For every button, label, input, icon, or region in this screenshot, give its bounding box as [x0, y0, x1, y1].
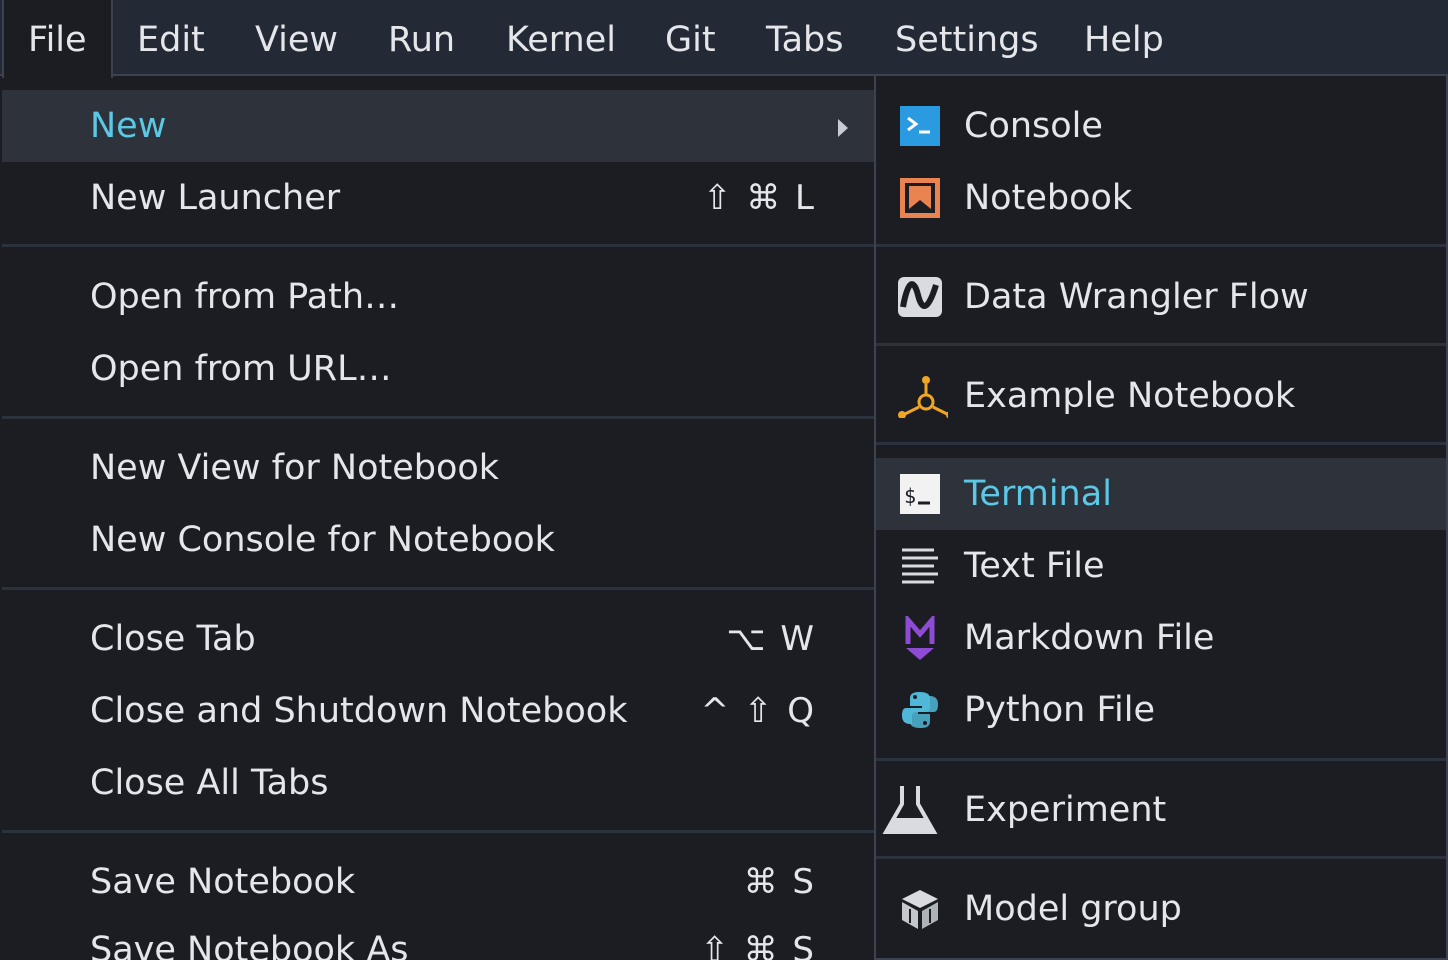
menu-kernel[interactable]: Kernel — [506, 0, 616, 76]
submenu-item-terminal[interactable]: $ Terminal — [876, 458, 1446, 530]
menu-separator — [876, 442, 1446, 445]
menu-item-label: Close Tab — [90, 619, 256, 659]
menu-item-label: New View for Notebook — [90, 448, 500, 488]
submenu-item-label: Model group — [964, 889, 1182, 929]
menu-item-close-all-tabs[interactable]: Close All Tabs — [2, 747, 874, 819]
menu-item-label: Close and Shutdown Notebook — [90, 691, 628, 731]
menu-item-label: New Launcher — [90, 178, 341, 218]
menu-item-new-launcher[interactable]: New Launcher ⇧ ⌘ L — [2, 162, 874, 234]
submenu-item-model-group[interactable]: Model group — [876, 873, 1446, 945]
notebook-icon — [900, 178, 940, 218]
menu-separator — [2, 830, 874, 833]
chevron-right-icon — [838, 119, 848, 137]
menu-file[interactable]: File — [2, 0, 113, 78]
new-submenu: Console Notebook Data Wrangler Flow Exam… — [874, 76, 1448, 960]
submenu-item-data-wrangler-flow[interactable]: Data Wrangler Flow — [876, 261, 1446, 333]
markdown-icon — [905, 616, 935, 660]
menu-separator — [2, 244, 874, 247]
submenu-item-text-file[interactable]: Text File — [876, 530, 1446, 602]
menu-separator — [876, 856, 1446, 859]
submenu-item-label: Data Wrangler Flow — [964, 277, 1309, 317]
submenu-item-label: Markdown File — [964, 618, 1215, 658]
submenu-item-label: Notebook — [964, 178, 1133, 218]
shortcut-label: ⇧ ⌘ S — [700, 930, 816, 960]
menu-item-save-notebook-as[interactable]: Save Notebook As ⇧ ⌘ S — [2, 914, 874, 960]
menu-item-label: New — [90, 106, 167, 146]
menu-view[interactable]: View — [255, 0, 338, 76]
cube-icon — [902, 890, 938, 929]
submenu-item-markdown-file[interactable]: Markdown File — [876, 602, 1446, 674]
menu-item-open-from-path[interactable]: Open from Path… — [2, 261, 874, 333]
menu-separator — [876, 244, 1446, 247]
shortcut-label: ⌥ W — [726, 619, 816, 659]
shortcut-label: ⌘ S — [743, 862, 816, 902]
menu-item-new-view-for-notebook[interactable]: New View for Notebook — [2, 432, 874, 504]
file-menu: New New Launcher ⇧ ⌘ L Open from Path… O… — [2, 76, 874, 960]
data-wrangler-icon — [898, 277, 942, 317]
python-icon — [902, 692, 938, 728]
shortcut-label: ⇧ ⌘ L — [702, 178, 816, 218]
menu-run[interactable]: Run — [388, 0, 455, 76]
menu-item-save-notebook[interactable]: Save Notebook ⌘ S — [2, 846, 874, 918]
menu-edit[interactable]: Edit — [137, 0, 205, 76]
menu-item-close-and-shutdown-notebook[interactable]: Close and Shutdown Notebook ^ ⇧ Q — [2, 675, 874, 747]
submenu-item-console[interactable]: Console — [876, 90, 1446, 162]
submenu-item-example-notebook[interactable]: Example Notebook — [876, 360, 1446, 432]
menu-item-label: Save Notebook As — [90, 930, 409, 960]
menu-item-close-tab[interactable]: Close Tab ⌥ W — [2, 603, 874, 675]
submenu-item-notebook[interactable]: Notebook — [876, 162, 1446, 234]
menu-item-open-from-url[interactable]: Open from URL… — [2, 333, 874, 405]
submenu-item-python-file[interactable]: Python File — [876, 674, 1446, 746]
menu-separator — [2, 587, 874, 590]
menu-help[interactable]: Help — [1084, 0, 1164, 76]
menu-git[interactable]: Git — [665, 0, 716, 76]
menu-item-label: Save Notebook — [90, 862, 356, 902]
menu-tabs[interactable]: Tabs — [766, 0, 844, 76]
menu-separator — [876, 758, 1446, 761]
menu-separator — [876, 343, 1446, 346]
menu-item-label: New Console for Notebook — [90, 520, 555, 560]
menu-item-label: Open from Path… — [90, 277, 400, 317]
submenu-item-label: Example Notebook — [964, 376, 1296, 416]
console-icon — [900, 106, 940, 146]
flask-icon — [882, 786, 938, 834]
menu-item-new[interactable]: New — [2, 90, 874, 162]
terminal-icon: $ — [900, 474, 940, 514]
submenu-item-label: Experiment — [964, 790, 1167, 830]
submenu-item-label: Console — [964, 106, 1103, 146]
menu-item-label: Close All Tabs — [90, 763, 329, 803]
menu-item-label: Open from URL… — [90, 349, 392, 389]
submenu-item-experiment[interactable]: Experiment — [876, 774, 1446, 846]
submenu-item-label: Text File — [964, 546, 1105, 586]
svg-text:$: $ — [904, 484, 916, 508]
menu-separator — [2, 416, 874, 419]
text-file-icon — [902, 548, 938, 584]
menu-settings[interactable]: Settings — [895, 0, 1039, 76]
menubar: File Edit View Run Kernel Git Tabs Setti… — [0, 0, 1448, 78]
menu-item-new-console-for-notebook[interactable]: New Console for Notebook — [2, 504, 874, 576]
submenu-item-label: Terminal — [964, 474, 1112, 514]
submenu-item-label: Python File — [964, 690, 1156, 730]
shortcut-label: ^ ⇧ Q — [700, 691, 816, 731]
example-notebook-icon — [898, 376, 948, 418]
